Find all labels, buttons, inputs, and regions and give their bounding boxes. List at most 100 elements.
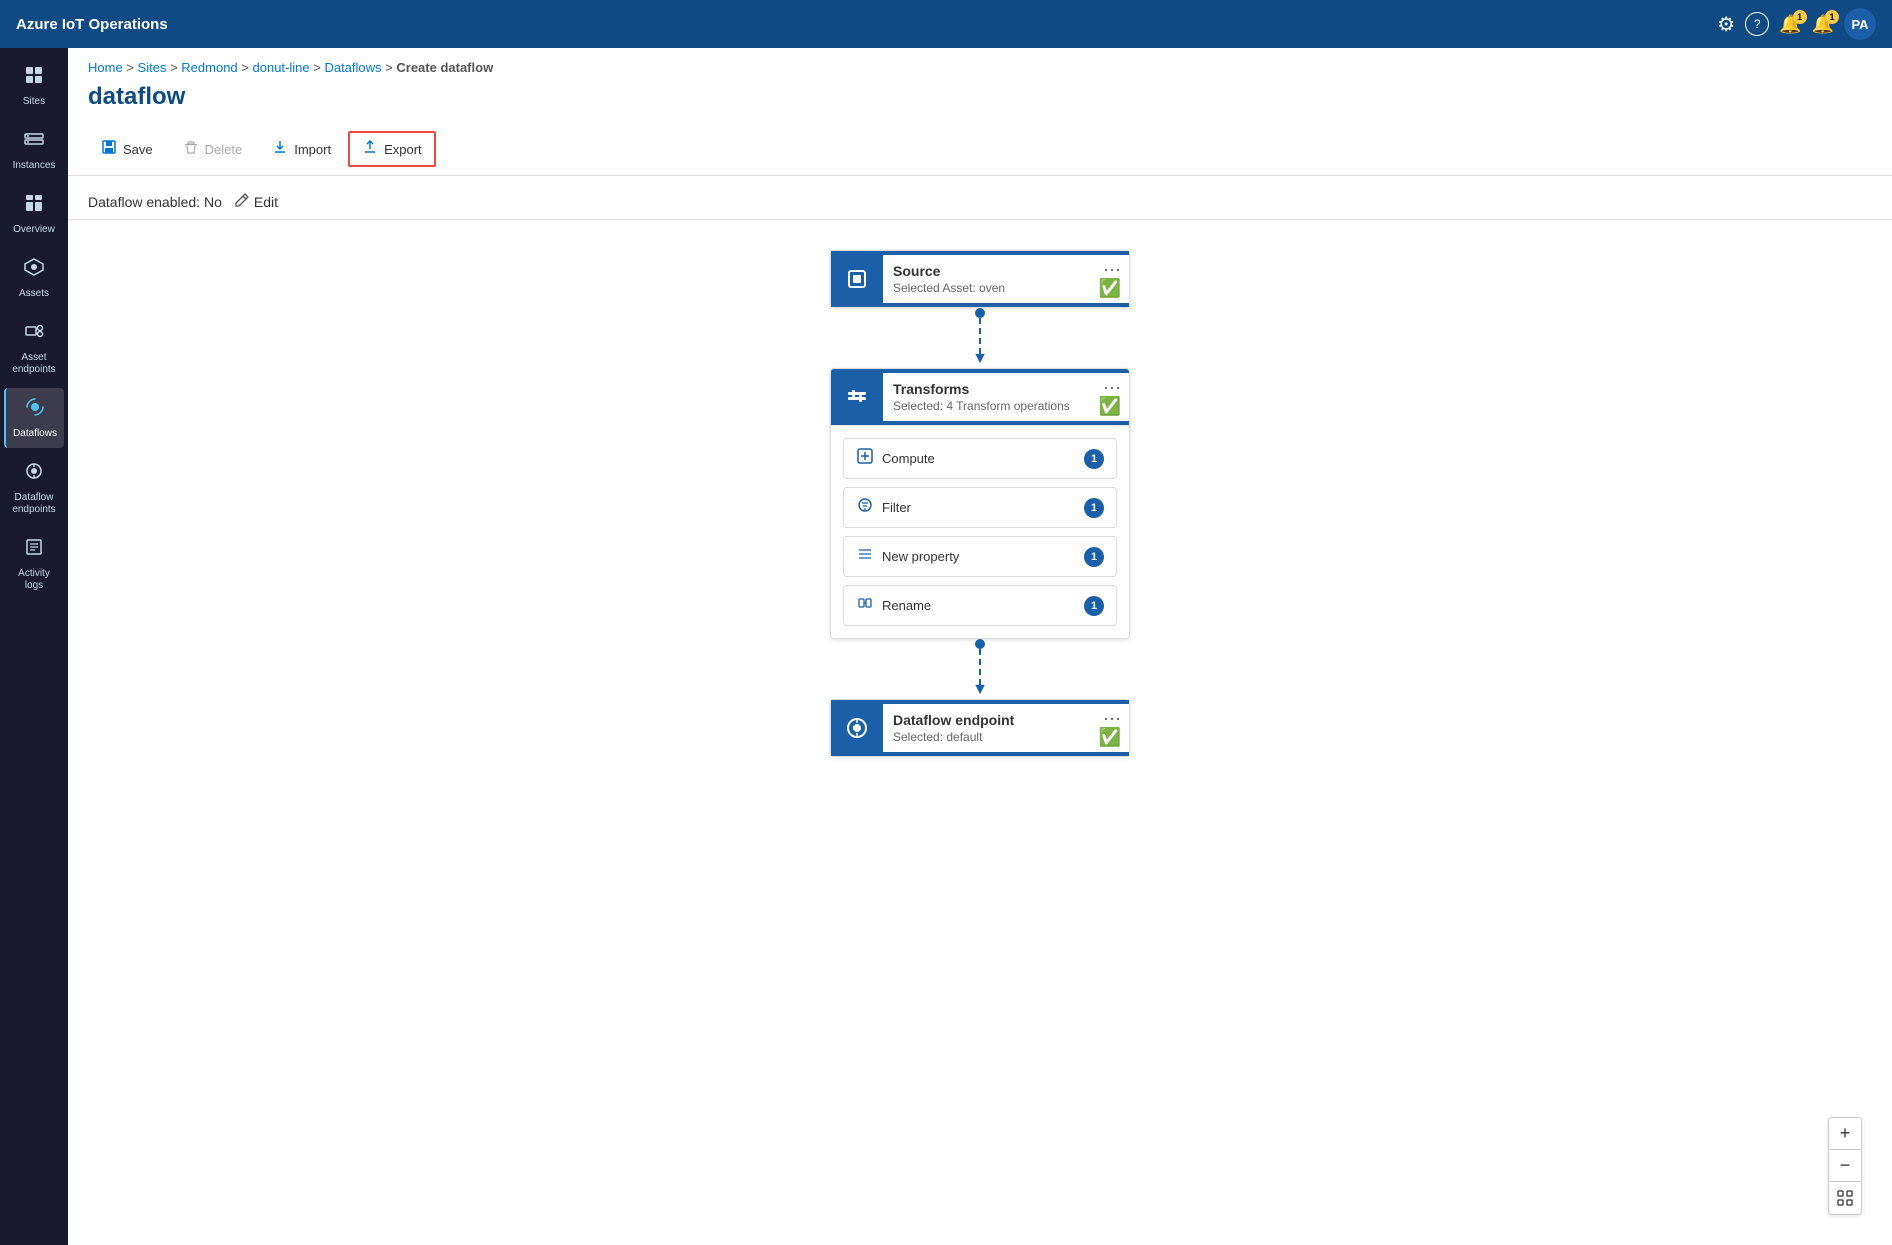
sidebar-item-overview[interactable]: Overview (4, 184, 64, 244)
endpoint-subtitle: Selected: default (893, 730, 1119, 744)
transform-item-rename[interactable]: Rename 1 (843, 585, 1117, 626)
source-title: Source (893, 263, 1119, 279)
dataflows-icon (24, 396, 46, 424)
transforms-title: Transforms (893, 381, 1119, 397)
zoom-out-button[interactable]: − (1829, 1150, 1861, 1182)
transforms-subtitle: Selected: 4 Transform operations (893, 399, 1119, 413)
notifications2-badge: 1 (1825, 10, 1839, 24)
endpoint-check-icon: ✅ (1099, 727, 1121, 748)
topnav: Azure IoT Operations ⚙ ? 🔔 1 🔔 1 PA (0, 0, 1892, 48)
avatar[interactable]: PA (1844, 8, 1876, 40)
sidebar-item-activity-logs[interactable]: Activity logs (4, 528, 64, 600)
sidebar-item-dataflow-endpoints[interactable]: Dataflow endpoints (4, 452, 64, 524)
transform-item-compute[interactable]: Compute 1 (843, 438, 1117, 479)
new-property-label: New property (882, 549, 959, 564)
help-icon[interactable]: ? (1745, 12, 1769, 36)
endpoint-title: Dataflow endpoint (893, 712, 1119, 728)
instances-icon (23, 128, 45, 156)
zoom-fit-button[interactable] (1829, 1182, 1861, 1214)
save-icon (101, 139, 117, 159)
transforms-icon-box (831, 369, 883, 425)
source-check-icon: ✅ (1099, 278, 1121, 299)
breadcrumb-donut-line[interactable]: donut-line (253, 60, 310, 75)
sidebar-item-overview-label: Overview (13, 224, 55, 236)
transform-items-list: Compute 1 Filter 1 (831, 425, 1129, 638)
compute-icon (856, 447, 874, 470)
transforms-check-icon: ✅ (1099, 396, 1121, 417)
zoom-in-button[interactable]: + (1829, 1118, 1861, 1150)
source-menu-icon[interactable]: ··· (1103, 259, 1121, 280)
overview-icon (23, 192, 45, 220)
sidebar-item-assets-label: Assets (19, 288, 49, 300)
transforms-node[interactable]: Transforms Selected: 4 Transform operati… (830, 368, 1130, 639)
edit-icon (234, 192, 250, 211)
breadcrumb-sites[interactable]: Sites (138, 60, 167, 75)
save-button[interactable]: Save (88, 132, 166, 166)
breadcrumb-current: Create dataflow (396, 60, 493, 75)
sidebar-item-asset-endpoints[interactable]: Asset endpoints (4, 312, 64, 384)
sidebar-item-assets[interactable]: Assets (4, 248, 64, 308)
save-label: Save (123, 142, 153, 157)
compute-count: 1 (1084, 449, 1104, 469)
filter-count: 1 (1084, 498, 1104, 518)
breadcrumb-dataflows[interactable]: Dataflows (324, 60, 381, 75)
assets-icon (23, 256, 45, 284)
rename-label: Rename (882, 598, 931, 613)
source-node[interactable]: Source Selected Asset: oven ··· ✅ (830, 250, 1130, 308)
connector-arrow-2: ▼ (972, 681, 988, 699)
new-property-count: 1 (1084, 547, 1104, 567)
flow-canvas: Source Selected Asset: oven ··· ✅ ▼ (68, 220, 1892, 1245)
toolbar: Save Delete Import Export (68, 123, 1892, 176)
sidebar-item-dataflows[interactable]: Dataflows (4, 388, 64, 448)
notifications1-badge: 1 (1793, 10, 1807, 24)
delete-button[interactable]: Delete (170, 132, 256, 166)
endpoint-menu-icon[interactable]: ··· (1103, 708, 1121, 729)
import-label: Import (294, 142, 331, 157)
connector-line-1 (979, 318, 981, 354)
sidebar-item-sites-label: Sites (23, 96, 45, 108)
dataflow-endpoints-icon (23, 460, 45, 488)
activity-logs-icon (23, 536, 45, 564)
page-title: dataflow (68, 79, 1892, 123)
breadcrumb-home[interactable]: Home (88, 60, 123, 75)
import-icon (272, 139, 288, 159)
breadcrumb-redmond[interactable]: Redmond (181, 60, 237, 75)
import-button[interactable]: Import (259, 132, 344, 166)
edit-button[interactable]: Edit (234, 192, 278, 211)
compute-label: Compute (882, 451, 935, 466)
transform-item-new-property[interactable]: New property 1 (843, 536, 1117, 577)
sidebar-item-instances[interactable]: Instances (4, 120, 64, 180)
source-subtitle: Selected Asset: oven (893, 281, 1119, 295)
zoom-controls: + − (1828, 1117, 1862, 1215)
canvas-header: Dataflow enabled: No Edit (68, 176, 1892, 220)
connector-dot-1 (975, 308, 985, 318)
export-label: Export (384, 142, 422, 157)
sidebar-item-asset-endpoints-label: Asset endpoints (8, 352, 60, 376)
transform-item-filter[interactable]: Filter 1 (843, 487, 1117, 528)
topnav-title: Azure IoT Operations (16, 16, 1705, 33)
export-button[interactable]: Export (348, 131, 436, 167)
endpoint-node[interactable]: Dataflow endpoint Selected: default ··· … (830, 699, 1130, 757)
filter-icon (856, 496, 874, 519)
notifications1-icon[interactable]: 🔔 1 (1779, 14, 1801, 35)
connector-dot-2 (975, 639, 985, 649)
sidebar-item-sites[interactable]: Sites (4, 56, 64, 116)
sidebar: Sites Instances Overview Assets Asset en… (0, 48, 68, 1245)
breadcrumb: Home > Sites > Redmond > donut-line > Da… (68, 48, 1892, 79)
connector-1: ▼ (972, 308, 988, 368)
settings-icon[interactable]: ⚙ (1717, 12, 1735, 37)
filter-label: Filter (882, 500, 911, 515)
connector-2: ▼ (972, 639, 988, 699)
delete-icon (183, 139, 199, 159)
content-area: Home > Sites > Redmond > donut-line > Da… (68, 48, 1892, 1245)
connector-line-2 (979, 649, 981, 685)
rename-count: 1 (1084, 596, 1104, 616)
sidebar-item-dataflow-endpoints-label: Dataflow endpoints (8, 492, 60, 516)
asset-endpoints-icon (23, 320, 45, 348)
sidebar-item-instances-label: Instances (13, 160, 56, 172)
sidebar-item-dataflows-label: Dataflows (13, 428, 57, 440)
sites-icon (23, 64, 45, 92)
dataflow-status: Dataflow enabled: No (88, 194, 222, 210)
notifications2-icon[interactable]: 🔔 1 (1812, 14, 1834, 35)
transforms-menu-icon[interactable]: ··· (1103, 377, 1121, 398)
